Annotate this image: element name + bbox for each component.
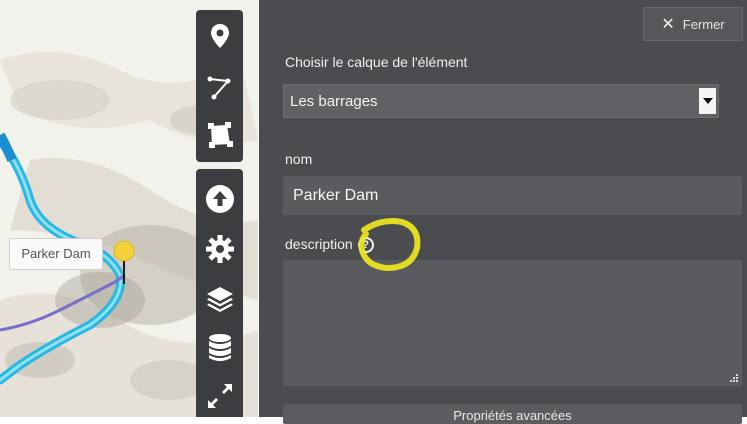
close-icon: ✕ — [661, 16, 675, 33]
marker-label: Parker Dam — [9, 238, 103, 270]
tools-toolbar — [196, 169, 243, 417]
marker-tool-button[interactable] — [196, 14, 243, 58]
database-icon — [208, 334, 231, 361]
feature-edit-panel: ✕ Fermer Choisir le calque de l'élément … — [259, 0, 747, 424]
layer-select[interactable]: Les barrages — [283, 84, 719, 118]
polygon-tool-button[interactable] — [196, 113, 243, 157]
help-icon[interactable]: ? — [357, 237, 374, 254]
close-label: Fermer — [682, 16, 725, 32]
polyline-icon — [207, 76, 230, 100]
map-pin-icon — [210, 24, 229, 48]
polygon-icon — [207, 122, 233, 148]
data-tool-button[interactable] — [196, 326, 243, 370]
upload-tool-button[interactable] — [196, 177, 243, 221]
name-label: nom — [285, 151, 313, 167]
drawing-toolbar — [196, 10, 243, 162]
close-button[interactable]: ✕ Fermer — [643, 7, 743, 41]
chevron-down-icon — [699, 88, 716, 114]
resize-grip-icon[interactable] — [730, 374, 738, 382]
advanced-properties-button[interactable]: Propriétés avancées — [283, 404, 742, 424]
gear-icon — [205, 235, 234, 263]
description-label-row: description? — [285, 236, 374, 254]
layer-select-value: Les barrages — [290, 93, 378, 110]
settings-tool-button[interactable] — [196, 227, 243, 271]
dam-marker-icon[interactable] — [112, 240, 136, 286]
layer-select-label: Choisir le calque de l'élément — [285, 54, 468, 70]
expand-icon — [207, 384, 232, 408]
layers-icon — [206, 287, 233, 312]
description-textarea[interactable] — [283, 260, 742, 386]
description-label: description — [285, 236, 353, 252]
layers-tool-button[interactable] — [196, 277, 243, 321]
fullscreen-tool-button[interactable] — [196, 374, 243, 418]
upload-icon — [205, 185, 234, 213]
name-input[interactable]: Parker Dam — [283, 176, 742, 215]
polyline-tool-button[interactable] — [196, 65, 243, 109]
